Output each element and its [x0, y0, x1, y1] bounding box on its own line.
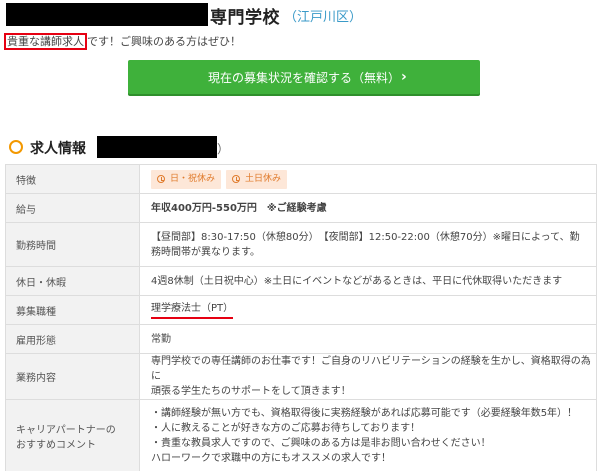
- table-row: 募集職種 理学療法士（PT）: [5, 295, 597, 325]
- row-value: ・講師経験が無い方でも、資格取得後に実務経験があれば応募可能です（必要経験年数5…: [139, 399, 597, 471]
- feature-badge: 土日休み: [226, 169, 288, 189]
- job-info-table: 特徴 日・祝休み 土日休み 給与 年収400万円-550万円 ※ご経験考慮 勤務時…: [5, 164, 597, 471]
- redacted-section-name: [97, 136, 217, 158]
- row-value: 日・祝休み 土日休み: [139, 164, 597, 194]
- job-type-value: 理学療法士（PT）: [151, 301, 234, 319]
- section-title: 求人情報: [30, 141, 86, 157]
- page-header: 専門学校 （江戸川区）: [0, 0, 600, 30]
- row-label: 特徴: [5, 164, 140, 194]
- label-line: おすすめコメント: [16, 439, 96, 451]
- redacted-school-name: [6, 3, 208, 26]
- row-value: 常勤: [139, 324, 597, 354]
- clock-icon: [157, 175, 165, 183]
- row-value: 【昼間部】8:30-17:50（休憩80分） 【夜間部】12:50-22:00（…: [139, 222, 597, 267]
- badge-label: 土日休み: [245, 173, 282, 184]
- table-row: 給与 年収400万円-550万円 ※ご経験考慮: [5, 193, 597, 223]
- row-value: 専門学校での専任講師のお仕事です！ご自身のリハビリテーションの経験を生かし、資格…: [139, 353, 597, 400]
- row-label: 休日・休暇: [5, 266, 140, 296]
- value-line: 務時間帯が異なります。: [151, 246, 260, 258]
- ring-icon: [9, 140, 23, 154]
- table-row: 雇用形態 常勤: [5, 324, 597, 354]
- row-label: 勤務時間: [5, 222, 140, 267]
- row-value: 4週8休制（土日祝中心）※土日にイベントなどがあるときは、平日に代休取得いただき…: [139, 266, 597, 296]
- table-row: 休日・休暇 4週8休制（土日祝中心）※土日にイベントなどがあるときは、平日に代休…: [5, 266, 597, 296]
- chevron-right-icon: ›: [401, 69, 407, 85]
- salary-value: 年収400万円-550万円 ※ご経験考慮: [139, 193, 597, 223]
- paren-close: ）: [217, 142, 230, 156]
- row-value: 理学療法士（PT）: [139, 295, 597, 325]
- cta-label: 現在の募集状況を確認する（無料）: [207, 70, 400, 85]
- school-type-title: 専門学校: [210, 8, 280, 28]
- intro-rest: です！ご興味のある方はぜひ！: [87, 35, 241, 48]
- value-line: ・人に教えることが好きな方のご応募お待ちしております！: [151, 422, 421, 434]
- row-label: 雇用形態: [5, 324, 140, 354]
- check-recruitment-status-button[interactable]: 現在の募集状況を確認する（無料） ›: [128, 60, 480, 94]
- value-line: ・貴重な教員求人ですので、ご興味のある方は是非お問い合わせください！: [151, 437, 491, 449]
- ward-link[interactable]: （江戸川区）: [284, 6, 362, 25]
- intro-highlight: 貴重な講師求人: [4, 33, 87, 50]
- row-label: 給与: [5, 193, 140, 223]
- table-row: 特徴 日・祝休み 土日休み: [5, 164, 597, 194]
- section-header: 求人情報 （ ）: [4, 136, 600, 158]
- row-label: 業務内容: [5, 353, 140, 400]
- intro-text: 貴重な講師求人 です！ご興味のある方はぜひ！: [4, 33, 241, 50]
- value-line: ・講師経験が無い方でも、資格取得後に実務経験があれば応募可能です（必要経験年数5…: [151, 407, 578, 419]
- value-line: 専門学校での専任講師のお仕事です！ご自身のリハビリテーションの経験を生かし、資格…: [151, 356, 591, 382]
- value-line: ハローワークで求職中の方にもオススメの求人です！: [151, 452, 391, 464]
- clock-icon: [232, 175, 241, 183]
- row-label: 募集職種: [5, 295, 140, 325]
- label-line: キャリアパートナーの: [16, 424, 116, 436]
- table-row: 勤務時間 【昼間部】8:30-17:50（休憩80分） 【夜間部】12:50-2…: [5, 222, 597, 267]
- badge-label: 日・祝休み: [170, 173, 216, 184]
- table-row: 業務内容 専門学校での専任講師のお仕事です！ご自身のリハビリテーションの経験を生…: [5, 353, 597, 400]
- value-line: 頑張る学生たちのサポートをして頂きます！: [151, 386, 351, 397]
- value-line: 【昼間部】8:30-17:50（休憩80分） 【夜間部】12:50-22:00（…: [151, 231, 580, 243]
- row-label: キャリアパートナーの おすすめコメント: [5, 399, 140, 471]
- table-row: キャリアパートナーの おすすめコメント ・講師経験が無い方でも、資格取得後に実務…: [5, 399, 597, 471]
- feature-badge: 日・祝休み: [151, 169, 222, 189]
